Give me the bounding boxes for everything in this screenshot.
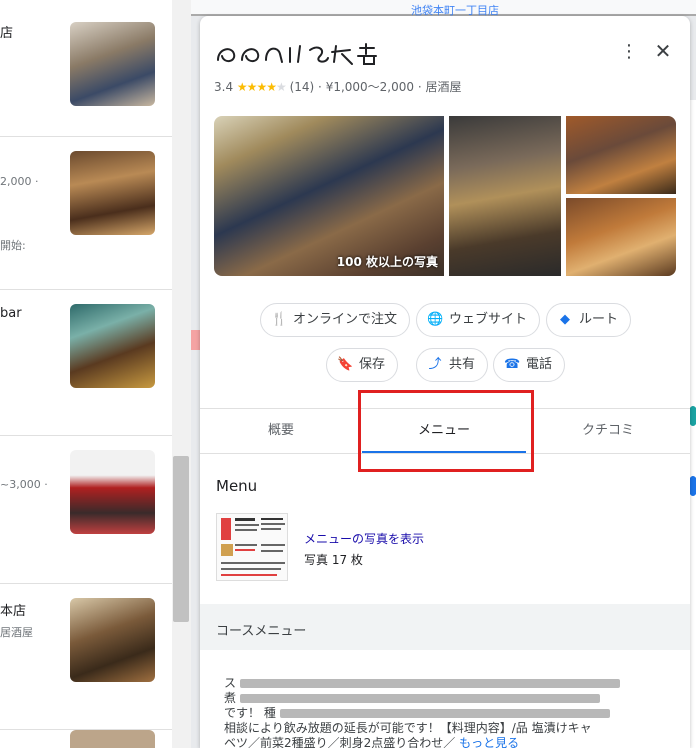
result-item[interactable]: bar: [0, 290, 172, 436]
photo-thumbnail[interactable]: [566, 198, 676, 276]
result-photo[interactable]: [70, 598, 155, 682]
save-button[interactable]: 🔖 保存: [326, 348, 399, 382]
menu-section-title: Menu: [216, 477, 258, 495]
course-menu-title: コースメニュー: [216, 624, 307, 639]
photo-count-label: 100 枚以上の写真: [336, 255, 438, 269]
result-category: 居酒屋: [0, 626, 33, 639]
photo-thumbnail[interactable]: [449, 116, 561, 276]
review-count[interactable]: (14): [290, 80, 315, 94]
result-price: 2,000 ·: [0, 175, 39, 188]
place-name-logo: [217, 43, 377, 65]
more-vert-icon: ⋮: [620, 41, 638, 62]
result-item[interactable]: 本店 居酒屋: [0, 584, 172, 730]
photo-thumbnail[interactable]: [566, 116, 676, 194]
tab-overview[interactable]: 概要: [200, 409, 362, 453]
route-button[interactable]: ◆ ルート: [546, 303, 632, 337]
result-price: ~3,000 ·: [0, 478, 48, 491]
menu-photos-link[interactable]: メニューの写真を表示: [304, 530, 424, 547]
course-menu-description: ス 煮 です！ 種 相談により飲み放題の延長が可能です！【料理内容】/品 塩漬け…: [224, 676, 654, 748]
place-detail-panel: ⋮ ✕ 3.4 ★★★★★ (14) · ¥1,000～2,000 · 居酒屋 …: [200, 16, 690, 748]
result-title: 本店: [0, 604, 27, 619]
see-more-link[interactable]: もっと見る: [459, 736, 519, 748]
star-rating-icon: ★★★★★: [236, 80, 287, 94]
tab-reviews[interactable]: クチコミ: [526, 409, 690, 453]
place-category[interactable]: 居酒屋: [426, 80, 462, 94]
result-item[interactable]: 2,000 · 開始:: [0, 137, 172, 290]
result-photo[interactable]: [70, 730, 155, 748]
directions-icon: ◆: [560, 312, 570, 327]
website-button[interactable]: 🌐 ウェブサイト: [416, 303, 541, 337]
cutlery-icon: 🍴: [271, 312, 288, 327]
rating-row: 3.4 ★★★★★ (14) · ¥1,000～2,000 · 居酒屋: [214, 80, 462, 94]
result-photo[interactable]: [70, 450, 155, 534]
menu-photo-thumbnail[interactable]: [216, 513, 288, 581]
call-button[interactable]: ☎ 電話: [493, 348, 566, 382]
close-icon: ✕: [654, 39, 672, 63]
result-title: bar: [0, 306, 22, 321]
menu-photo-count: 写真 17 枚: [304, 553, 363, 567]
close-button[interactable]: ✕: [652, 40, 674, 62]
result-item[interactable]: ~3,000 ·: [0, 436, 172, 584]
price-range: ¥1,000～2,000: [325, 80, 415, 94]
results-list[interactable]: 店 2,000 · 開始: bar ~3,000 · 本店 居酒屋: [0, 0, 172, 748]
result-item[interactable]: [0, 730, 172, 748]
result-hours: 開始:: [0, 239, 26, 252]
globe-icon: 🌐: [427, 312, 444, 327]
share-icon: ⤴: [428, 357, 442, 372]
result-title: 店: [0, 26, 14, 41]
result-item[interactable]: 店: [0, 0, 172, 137]
phone-icon: ☎: [504, 357, 521, 372]
result-photo[interactable]: [70, 304, 155, 388]
main-photo[interactable]: 100 枚以上の写真: [214, 116, 444, 276]
more-options-button[interactable]: ⋮: [620, 41, 638, 62]
results-scrollbar-track[interactable]: [172, 0, 191, 748]
results-scrollbar-thumb[interactable]: [173, 456, 189, 622]
bookmark-icon: 🔖: [337, 357, 354, 372]
order-online-button[interactable]: 🍴 オンラインで注文: [260, 303, 411, 337]
rating-value: 3.4: [214, 80, 234, 94]
highlight-box: [358, 390, 534, 472]
result-photo[interactable]: [70, 22, 155, 106]
share-button[interactable]: ⤴ 共有: [416, 348, 489, 382]
result-photo[interactable]: [70, 151, 155, 235]
